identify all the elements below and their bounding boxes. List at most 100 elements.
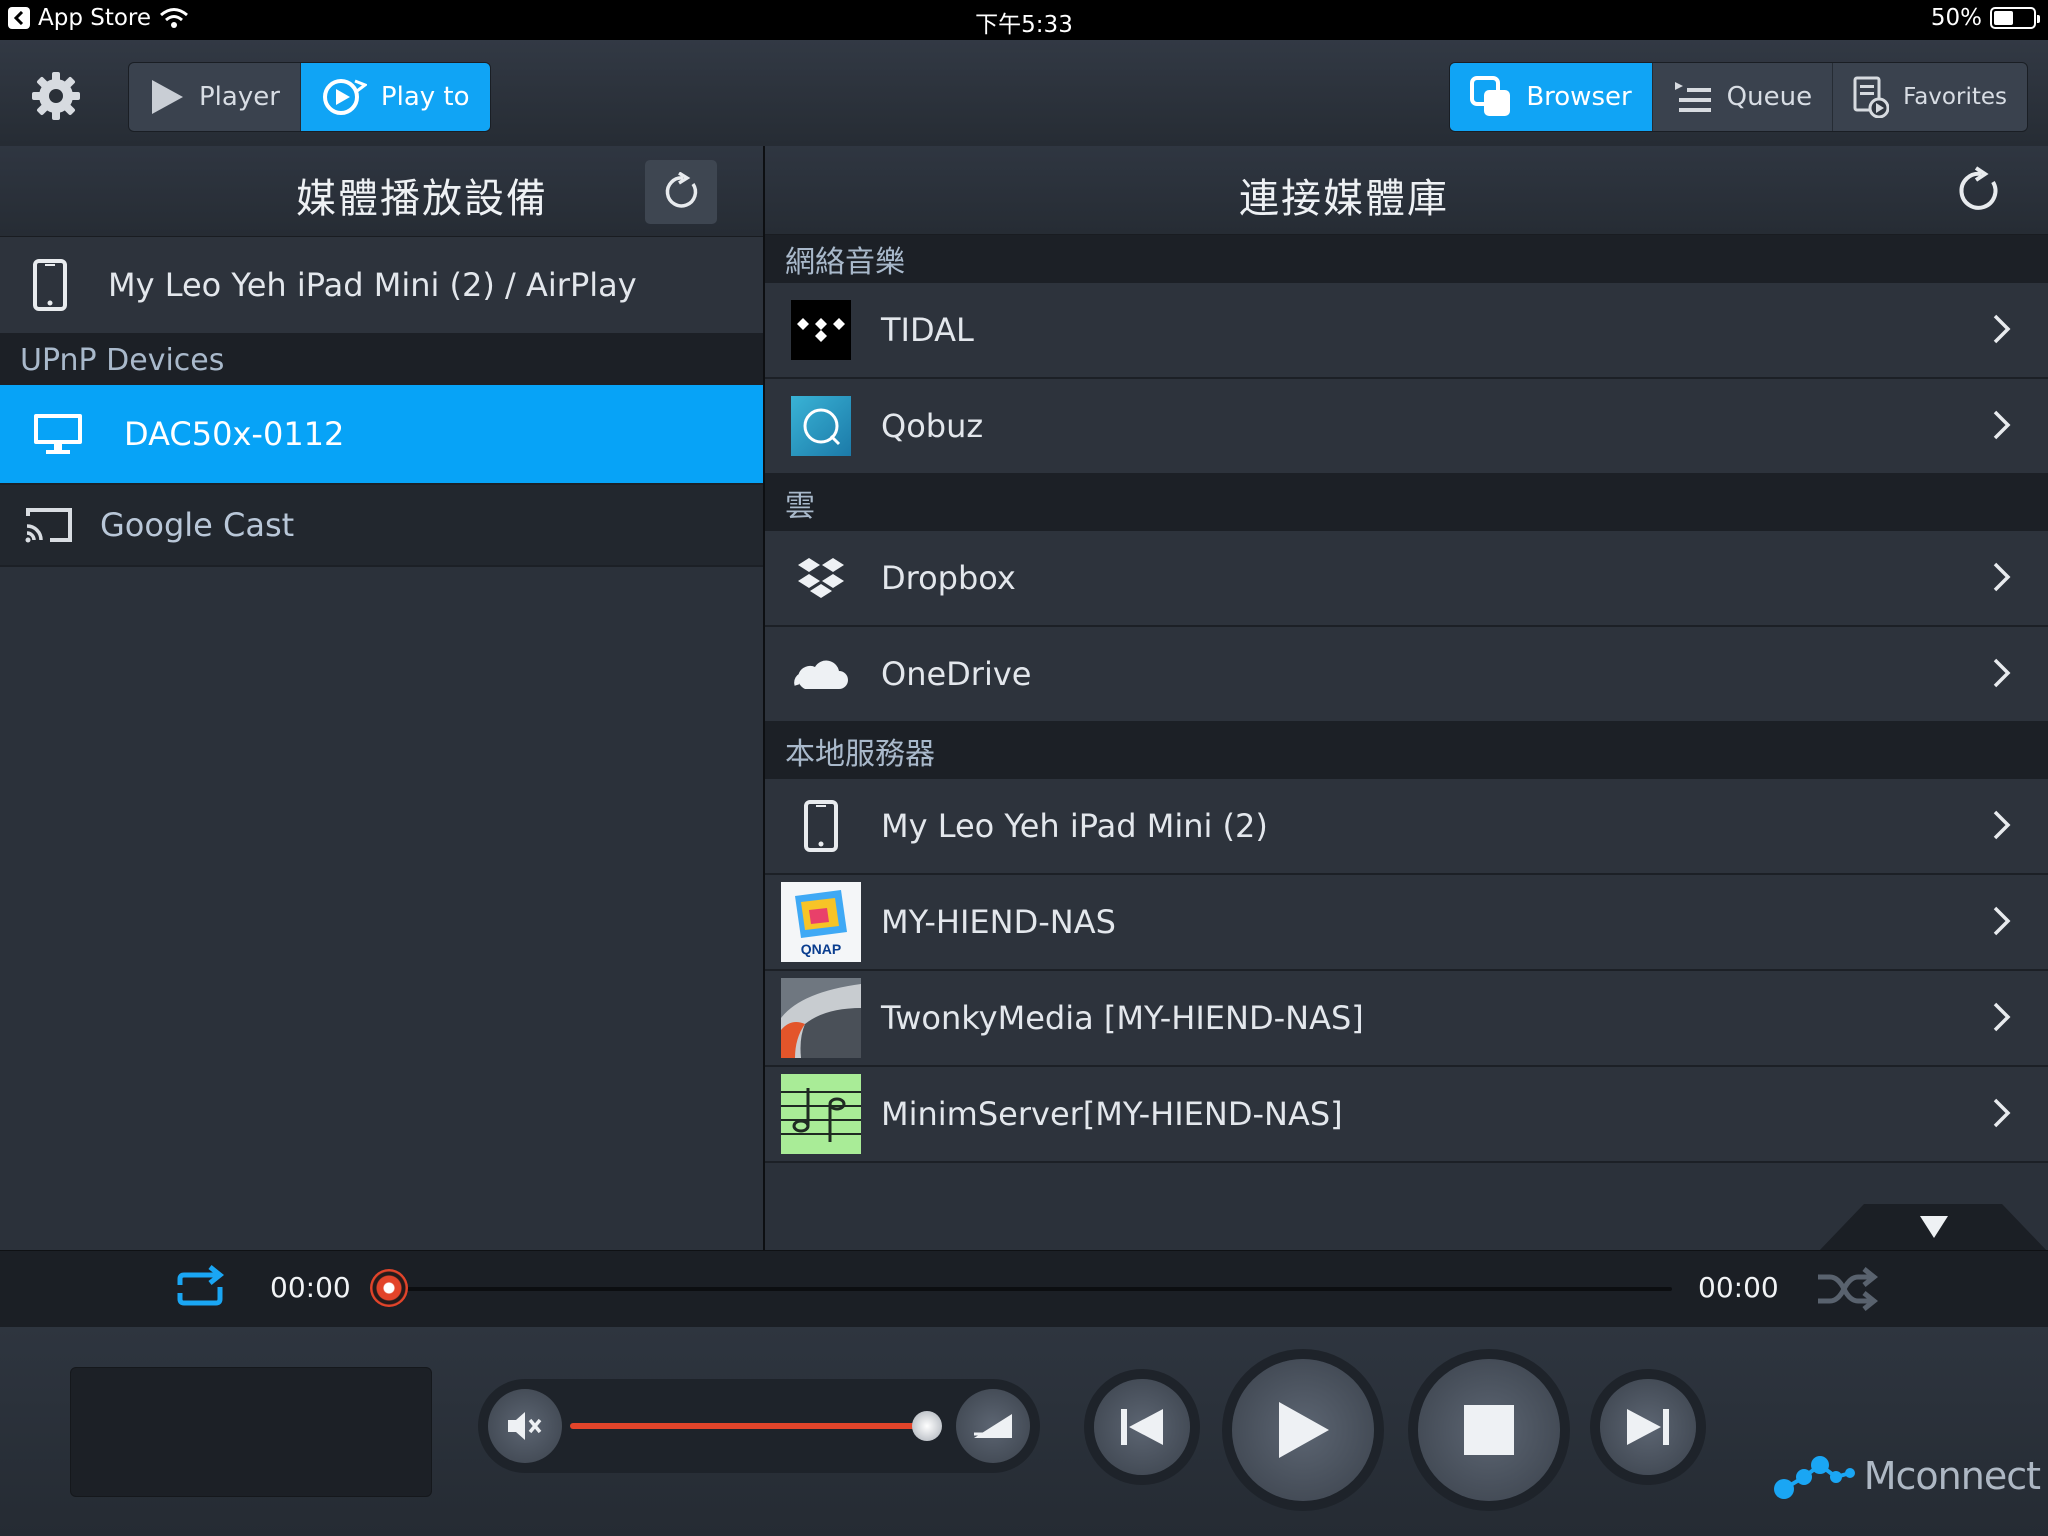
- library-row-minim[interactable]: MinimServer[MY-HIEND-NAS]: [765, 1067, 2048, 1163]
- play-to-icon: [321, 77, 367, 117]
- mconnect-dots-icon: [1772, 1451, 1856, 1501]
- library-row-tidal[interactable]: TIDAL: [765, 283, 2048, 379]
- tab-favorites-label: Favorites: [1903, 84, 2007, 110]
- library-refresh-icon[interactable]: [1954, 166, 2004, 216]
- favorites-icon: [1853, 76, 1890, 118]
- queue-icon: [1673, 80, 1713, 114]
- view-segment: Browser Queue Favorites: [1449, 62, 2028, 132]
- library-pane-title: 連接媒體庫: [1239, 176, 1449, 222]
- volume-max-button[interactable]: [956, 1389, 1030, 1463]
- chevron-right-icon: [1992, 313, 2012, 345]
- chevron-right-icon: [1992, 657, 2012, 689]
- shuffle-icon[interactable]: [1816, 1265, 1878, 1313]
- device-pane: 媒體播放設備 My Leo Yeh iPad Mini (2) / AirPla…: [0, 146, 765, 1250]
- tab-player-label: Player: [199, 82, 280, 112]
- library-label: Dropbox: [881, 559, 1016, 597]
- monitor-icon: [32, 412, 84, 456]
- qnap-logo-text: QNAP: [801, 941, 841, 957]
- library-label: TIDAL: [881, 311, 974, 349]
- album-art: [70, 1367, 432, 1497]
- tab-browser-label: Browser: [1526, 82, 1632, 112]
- player-controls: Mconnect: [0, 1327, 2048, 1536]
- elapsed-time: 00:00: [270, 1271, 351, 1304]
- brand-name: Mconnect: [1863, 1454, 2041, 1498]
- top-toolbar: Player Play to Browser Queue Favorites: [0, 40, 2048, 147]
- battery-icon: [1990, 7, 2040, 29]
- tab-player[interactable]: Player: [129, 63, 301, 131]
- device-refresh-button[interactable]: [645, 160, 717, 224]
- browser-icon: [1470, 76, 1512, 118]
- transport-controls: [1090, 1349, 1700, 1509]
- previous-button[interactable]: [1094, 1379, 1190, 1475]
- device-pane-header: 媒體播放設備: [0, 146, 763, 237]
- section-network-music: 網絡音樂: [765, 235, 2048, 283]
- phone-icon: [32, 258, 68, 312]
- volume-thumb[interactable]: [912, 1411, 942, 1441]
- stop-button[interactable]: [1418, 1359, 1560, 1501]
- library-label: MinimServer[MY-HIEND-NAS]: [881, 1095, 1343, 1133]
- library-row-onedrive[interactable]: OneDrive: [765, 627, 2048, 723]
- library-row-nas[interactable]: QNAP MY-HIEND-NAS: [765, 875, 2048, 971]
- chevron-right-icon: [1992, 561, 2012, 593]
- volume-track[interactable]: [570, 1423, 927, 1429]
- speaker-mute-icon: [505, 1409, 545, 1443]
- device-name: DAC50x-0112: [124, 415, 345, 453]
- tab-play-to[interactable]: Play to: [300, 63, 490, 131]
- library-label: MY-HIEND-NAS: [881, 903, 1116, 941]
- cloud-icon: [781, 634, 861, 714]
- phone-icon: [781, 786, 861, 866]
- device-row-airplay[interactable]: My Leo Yeh iPad Mini (2) / AirPlay: [0, 237, 763, 335]
- library-pane: 連接媒體庫 網絡音樂 TIDAL Qobuz 雲 Dropbox OneDriv…: [765, 146, 2048, 1250]
- mode-segment: Player Play to: [128, 62, 491, 132]
- mute-button[interactable]: [488, 1389, 562, 1463]
- tab-browser[interactable]: Browser: [1450, 63, 1653, 131]
- repeat-icon[interactable]: [170, 1265, 230, 1313]
- timeline-bar: 00:00 00:00: [0, 1250, 2048, 1328]
- gear-icon[interactable]: [28, 68, 84, 124]
- triangle-down-icon: [1918, 1214, 1950, 1240]
- refresh-icon: [661, 172, 701, 212]
- library-label: Qobuz: [881, 407, 984, 445]
- seek-thumb[interactable]: [370, 1269, 408, 1307]
- tab-queue-label: Queue: [1726, 82, 1813, 112]
- mconnect-logo: Mconnect: [1772, 1451, 2041, 1501]
- library-row-twonky[interactable]: TwonkyMedia [MY-HIEND-NAS]: [765, 971, 2048, 1067]
- tidal-logo-icon: [781, 290, 861, 370]
- section-upnp: UPnP Devices: [0, 335, 763, 385]
- tab-favorites[interactable]: Favorites: [1833, 63, 2027, 131]
- status-bar: App Store 下午5:33 50%: [0, 0, 2048, 40]
- remaining-time: 00:00: [1698, 1271, 1779, 1304]
- skip-forward-icon: [1625, 1407, 1671, 1447]
- clock: 下午5:33: [975, 12, 1073, 38]
- library-row-dropbox[interactable]: Dropbox: [765, 531, 2048, 627]
- play-button[interactable]: [1232, 1359, 1374, 1501]
- library-label: TwonkyMedia [MY-HIEND-NAS]: [881, 999, 1364, 1037]
- chevron-right-icon: [1992, 409, 2012, 441]
- library-pane-header: 連接媒體庫: [765, 146, 2048, 235]
- volume-control: [478, 1379, 1040, 1473]
- play-icon: [1275, 1400, 1331, 1460]
- library-label: OneDrive: [881, 655, 1032, 693]
- library-label: My Leo Yeh iPad Mini (2): [881, 807, 1268, 845]
- chevron-right-icon: [1992, 1001, 2012, 1033]
- play-icon: [149, 78, 185, 116]
- device-row-dac[interactable]: DAC50x-0112: [0, 385, 763, 485]
- stop-icon: [1462, 1403, 1516, 1457]
- twonky-logo-icon: [781, 978, 861, 1058]
- qnap-logo-icon: QNAP: [781, 882, 861, 962]
- cast-icon: [24, 506, 74, 544]
- skip-back-icon: [1119, 1407, 1165, 1447]
- section-cloud: 雲: [765, 475, 2048, 531]
- section-local-servers: 本地服務器: [765, 723, 2048, 779]
- library-row-qobuz[interactable]: Qobuz: [765, 379, 2048, 475]
- next-button[interactable]: [1600, 1379, 1696, 1475]
- tab-play-to-label: Play to: [380, 82, 470, 112]
- chevron-right-icon: [1992, 1097, 2012, 1129]
- library-row-local-ipad[interactable]: My Leo Yeh iPad Mini (2): [765, 779, 2048, 875]
- tab-queue[interactable]: Queue: [1653, 63, 1834, 131]
- device-name: My Leo Yeh iPad Mini (2) / AirPlay: [108, 266, 637, 304]
- device-row-google-cast[interactable]: Google Cast: [0, 485, 763, 567]
- dropbox-logo-icon: [781, 538, 861, 618]
- device-name: Google Cast: [100, 506, 295, 544]
- seek-track[interactable]: [400, 1287, 1672, 1291]
